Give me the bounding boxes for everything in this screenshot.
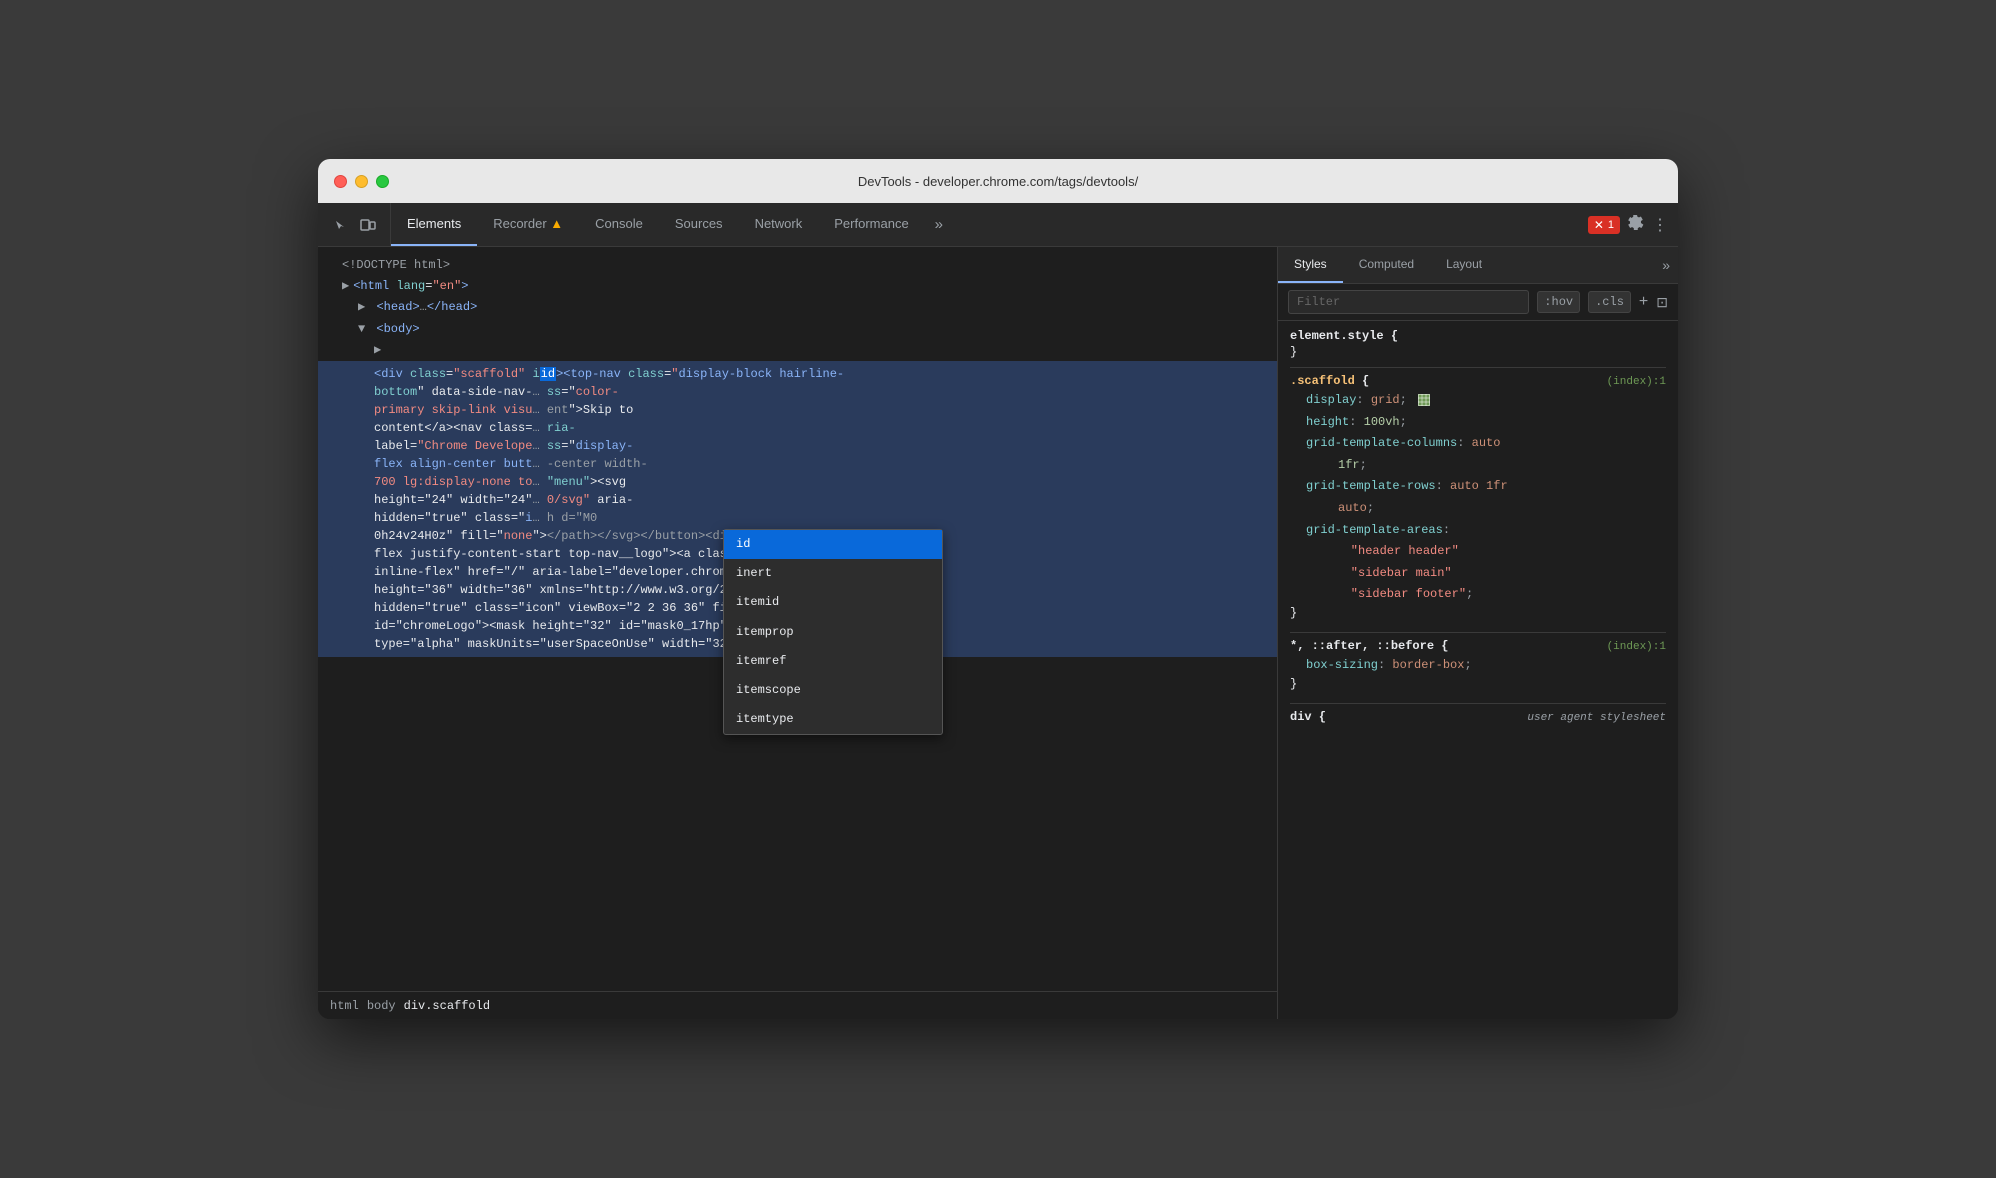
- dom-panel: <!DOCTYPE html> ▶<html lang="en"> ▶ <hea…: [318, 247, 1278, 1019]
- tab-console[interactable]: Console: [579, 203, 659, 246]
- breadcrumb-html[interactable]: html: [330, 999, 359, 1013]
- tab-layout[interactable]: Layout: [1430, 247, 1498, 283]
- tab-styles[interactable]: Styles: [1278, 247, 1343, 283]
- element-style-block: element.style { }: [1290, 329, 1666, 359]
- traffic-lights: [334, 175, 389, 188]
- maximize-button[interactable]: [376, 175, 389, 188]
- styles-panel: Styles Computed Layout » :hov .cls +: [1278, 247, 1678, 1019]
- universal-source[interactable]: (index):1: [1607, 641, 1666, 653]
- add-style-button[interactable]: +: [1639, 293, 1648, 311]
- tab-computed[interactable]: Computed: [1343, 247, 1430, 283]
- tab-sources[interactable]: Sources: [659, 203, 739, 246]
- element-style-selector: element.style {: [1290, 329, 1398, 343]
- styles-tab-bar: Styles Computed Layout »: [1278, 247, 1678, 284]
- universal-prop-boxsizing: box-sizing: border-box;: [1290, 655, 1666, 677]
- div-selector: div {: [1290, 710, 1326, 724]
- scaffold-source[interactable]: (index):1: [1607, 376, 1666, 388]
- error-count-badge[interactable]: ✕ 1: [1588, 216, 1620, 234]
- styles-more-tabs[interactable]: »: [1654, 247, 1678, 283]
- div-source: user agent stylesheet: [1527, 712, 1666, 724]
- autocomplete-dropdown: id inert itemid itemprop itemref: [723, 529, 943, 735]
- scaffold-prop-gtc: grid-template-columns: auto 1fr;: [1290, 433, 1666, 476]
- dom-body-arrow[interactable]: ▶: [318, 340, 1277, 361]
- tab-bar: Elements Recorder ▲ Console Sources Netw…: [318, 203, 1678, 247]
- tab-performance[interactable]: Performance: [818, 203, 924, 246]
- tab-network[interactable]: Network: [739, 203, 819, 246]
- tab-elements[interactable]: Elements: [391, 203, 477, 246]
- autocomplete-item-itemid[interactable]: itemid: [724, 588, 942, 617]
- dom-content[interactable]: <!DOCTYPE html> ▶<html lang="en"> ▶ <hea…: [318, 247, 1277, 991]
- universal-selector: *, ::after, ::before {: [1290, 639, 1448, 653]
- scaffold-prop-gtr: grid-template-rows: auto 1fr auto;: [1290, 476, 1666, 519]
- title-bar: DevTools - developer.chrome.com/tags/dev…: [318, 159, 1678, 203]
- style-divider-3: [1290, 703, 1666, 704]
- styles-content[interactable]: element.style { } .scaffold { (index):1: [1278, 321, 1678, 1019]
- autocomplete-item-itemprop[interactable]: itemprop: [724, 618, 942, 647]
- more-tabs-button[interactable]: »: [925, 216, 953, 233]
- scaffold-style-block: .scaffold { (index):1 display: grid;: [1290, 374, 1666, 620]
- div-style-block: div { user agent stylesheet: [1290, 710, 1666, 724]
- dom-doctype: <!DOCTYPE html>: [318, 255, 1277, 276]
- style-divider-1: [1290, 367, 1666, 368]
- device-toggle-icon[interactable]: [356, 213, 380, 237]
- devtools-container: Elements Recorder ▲ Console Sources Netw…: [318, 203, 1678, 1019]
- cls-filter-button[interactable]: .cls: [1588, 291, 1631, 313]
- autocomplete-item-itemtype[interactable]: itemtype: [724, 705, 942, 734]
- dom-html[interactable]: ▶<html lang="en">: [318, 276, 1277, 297]
- autocomplete-item-itemref[interactable]: itemref: [724, 647, 942, 676]
- window-title: DevTools - developer.chrome.com/tags/dev…: [858, 174, 1138, 189]
- refresh-style-button[interactable]: ⊡: [1656, 294, 1668, 311]
- universal-style-block: *, ::after, ::before { (index):1 box-siz…: [1290, 639, 1666, 691]
- close-button[interactable]: [334, 175, 347, 188]
- settings-button[interactable]: [1628, 214, 1644, 235]
- dom-body-open[interactable]: ▼ <body>: [318, 319, 1277, 340]
- devtools-more-button[interactable]: ⋮: [1652, 215, 1668, 235]
- scaffold-prop-display: display: grid;: [1290, 390, 1666, 412]
- scaffold-prop-height: height: 100vh;: [1290, 412, 1666, 434]
- autocomplete-item-itemscope[interactable]: itemscope: [724, 676, 942, 705]
- hov-filter-button[interactable]: :hov: [1537, 291, 1580, 313]
- breadcrumb-scaffold[interactable]: div.scaffold: [404, 999, 490, 1013]
- autocomplete-item-inert[interactable]: inert: [724, 559, 942, 588]
- tab-bar-right: ✕ 1 ⋮: [1588, 214, 1678, 235]
- inspect-icon[interactable]: [328, 213, 352, 237]
- scaffold-selector: .scaffold {: [1290, 374, 1369, 388]
- minimize-button[interactable]: [355, 175, 368, 188]
- style-divider-2: [1290, 632, 1666, 633]
- devtools-window: DevTools - developer.chrome.com/tags/dev…: [318, 159, 1678, 1019]
- scaffold-prop-gta: grid-template-areas: "header header" "si…: [1290, 520, 1666, 606]
- breadcrumb-body[interactable]: body: [367, 999, 396, 1013]
- styles-filter-bar: :hov .cls + ⊡: [1278, 284, 1678, 321]
- tab-recorder[interactable]: Recorder ▲: [477, 203, 579, 246]
- dom-head[interactable]: ▶ <head>…</head>: [318, 297, 1277, 318]
- main-content: <!DOCTYPE html> ▶<html lang="en"> ▶ <hea…: [318, 247, 1678, 1019]
- autocomplete-item-id[interactable]: id: [724, 530, 942, 559]
- toolbar-icons: [318, 203, 391, 246]
- breadcrumb: html body div.scaffold: [318, 991, 1277, 1019]
- styles-filter-input[interactable]: [1288, 290, 1529, 314]
